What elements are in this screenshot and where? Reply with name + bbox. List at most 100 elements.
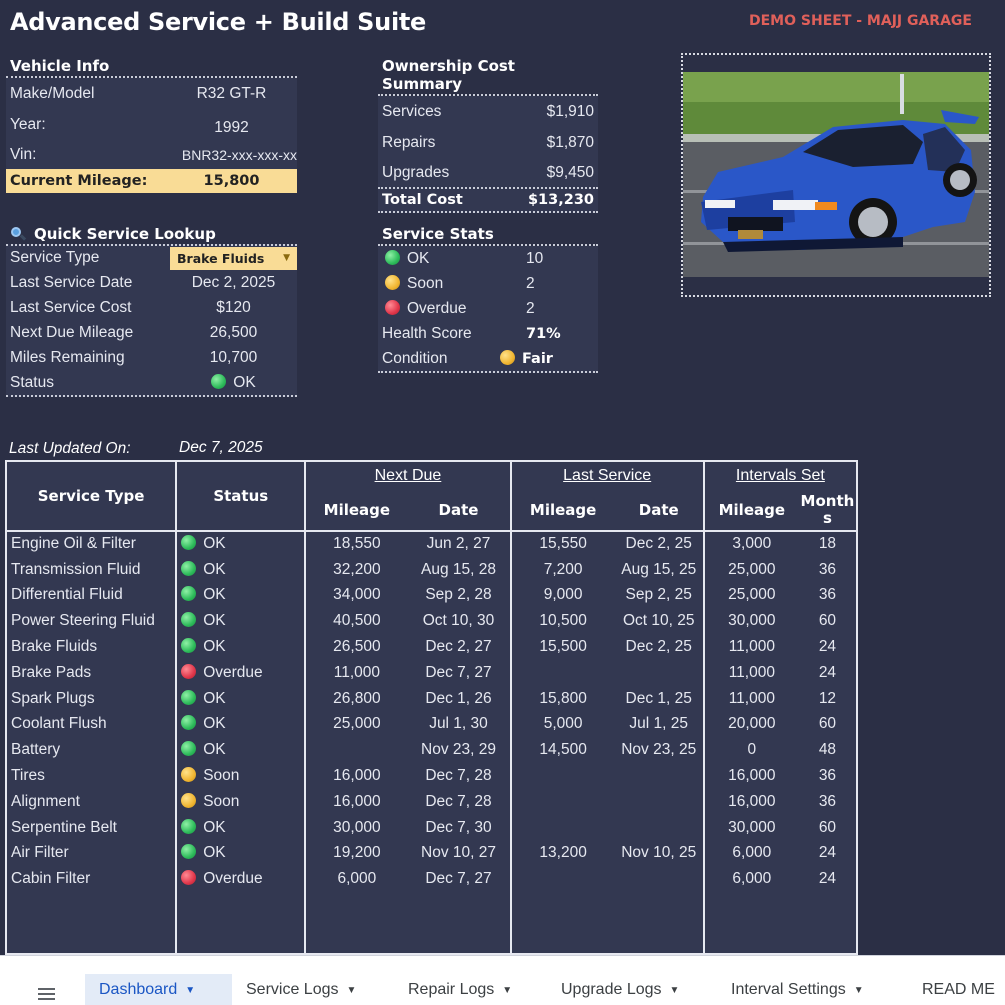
interval-mileage-cell[interactable]: 3,000: [702, 531, 799, 557]
next-due-date-cell[interactable]: Nov 10, 27: [407, 841, 510, 867]
next-due-date-cell[interactable]: Aug 15, 28: [407, 557, 510, 583]
interval-mileage-cell[interactable]: 25,000: [702, 582, 799, 609]
last-service-mileage-cell[interactable]: [509, 763, 615, 789]
empty-cell[interactable]: [304, 892, 408, 955]
last-service-date-cell[interactable]: Oct 10, 25: [615, 608, 704, 634]
next-due-mileage-cell[interactable]: 34,000: [304, 582, 408, 609]
col-header-last-date[interactable]: Date: [615, 489, 704, 531]
col-header-status[interactable]: Status: [175, 461, 306, 532]
service-type-cell[interactable]: Brake Pads: [6, 660, 176, 686]
interval-months-cell[interactable]: 36: [799, 583, 857, 609]
last-service-date-cell[interactable]: [615, 866, 704, 892]
next-due-date-cell[interactable]: Dec 2, 27: [407, 634, 510, 660]
service-type-cell[interactable]: Transmission Fluid: [6, 557, 176, 583]
next-due-mileage-cell[interactable]: 25,000: [304, 711, 408, 738]
tab-interval-settings[interactable]: Interval Settings ▼: [731, 974, 864, 1005]
last-service-mileage-cell[interactable]: 13,200: [509, 840, 615, 867]
col-header-interval-mileage[interactable]: Mileage: [702, 489, 799, 531]
last-service-mileage-cell[interactable]: 5,000: [509, 711, 615, 738]
service-type-cell[interactable]: Tires: [6, 763, 176, 789]
interval-mileage-cell[interactable]: 16,000: [702, 763, 799, 789]
next-due-mileage-cell[interactable]: 32,200: [304, 556, 408, 583]
col-header-service-type[interactable]: Service Type: [6, 461, 177, 532]
status-cell[interactable]: OK: [175, 582, 306, 609]
tab-service-logs[interactable]: Service Logs ▼: [246, 974, 356, 1005]
interval-months-cell[interactable]: 36: [799, 557, 857, 583]
next-due-date-cell[interactable]: Jul 1, 30: [407, 712, 510, 738]
last-service-date-cell[interactable]: [615, 763, 704, 789]
empty-cell[interactable]: [702, 892, 799, 955]
interval-mileage-cell[interactable]: 30,000: [702, 608, 799, 635]
interval-mileage-cell[interactable]: 0: [702, 737, 799, 764]
interval-months-cell[interactable]: 24: [799, 841, 857, 867]
group-header-intervals[interactable]: Intervals Set: [702, 461, 857, 489]
last-service-date-cell[interactable]: [615, 815, 704, 841]
last-service-date-cell[interactable]: Dec 2, 25: [615, 634, 704, 660]
service-type-cell[interactable]: Power Steering Fluid: [6, 608, 176, 634]
interval-months-cell[interactable]: 24: [799, 660, 857, 686]
next-due-mileage-cell[interactable]: 16,000: [304, 788, 408, 815]
status-cell[interactable]: OK: [175, 711, 306, 738]
status-cell[interactable]: OK: [175, 556, 306, 583]
last-service-mileage-cell[interactable]: [509, 814, 615, 841]
interval-mileage-cell[interactable]: 6,000: [702, 866, 799, 893]
next-due-date-cell[interactable]: Dec 7, 28: [407, 763, 510, 789]
last-service-mileage-cell[interactable]: 15,800: [509, 685, 615, 712]
last-service-mileage-cell[interactable]: 9,000: [509, 582, 615, 609]
interval-months-cell[interactable]: 36: [799, 763, 857, 789]
last-service-mileage-cell[interactable]: [509, 866, 615, 893]
interval-months-cell[interactable]: 60: [799, 608, 857, 634]
next-due-date-cell[interactable]: Oct 10, 30: [407, 608, 510, 634]
tab-dashboard[interactable]: Dashboard ▼: [85, 974, 232, 1005]
interval-months-cell[interactable]: 12: [799, 686, 857, 712]
empty-cell[interactable]: [6, 892, 176, 954]
last-service-mileage-cell[interactable]: 10,500: [509, 608, 615, 635]
last-service-date-cell[interactable]: Dec 1, 25: [615, 686, 704, 712]
service-type-cell[interactable]: Brake Fluids: [6, 634, 176, 660]
service-type-cell[interactable]: Engine Oil & Filter: [6, 531, 176, 557]
next-due-date-cell[interactable]: Dec 7, 28: [407, 789, 510, 815]
last-service-mileage-cell[interactable]: 14,500: [509, 737, 615, 764]
service-type-cell[interactable]: Alignment: [6, 789, 176, 815]
next-due-date-cell[interactable]: Dec 7, 27: [407, 660, 510, 686]
empty-cell[interactable]: [615, 892, 704, 954]
interval-months-cell[interactable]: 48: [799, 737, 857, 763]
last-service-date-cell[interactable]: Sep 2, 25: [615, 583, 704, 609]
last-service-date-cell[interactable]: [615, 789, 704, 815]
interval-months-cell[interactable]: 18: [799, 531, 857, 557]
status-cell[interactable]: OK: [175, 840, 306, 867]
status-cell[interactable]: Overdue: [175, 659, 306, 686]
group-header-last-service[interactable]: Last Service: [509, 461, 704, 489]
interval-months-cell[interactable]: 60: [799, 712, 857, 738]
interval-months-cell[interactable]: 36: [799, 789, 857, 815]
col-header-next-date[interactable]: Date: [407, 489, 510, 531]
empty-cell[interactable]: [407, 892, 510, 954]
status-cell[interactable]: OK: [175, 814, 306, 841]
interval-mileage-cell[interactable]: 11,000: [702, 659, 799, 686]
col-header-interval-months[interactable]: Months: [799, 489, 857, 531]
empty-cell[interactable]: [799, 892, 857, 954]
next-due-mileage-cell[interactable]: 16,000: [304, 763, 408, 789]
next-due-date-cell[interactable]: Sep 2, 28: [407, 583, 510, 609]
next-due-date-cell[interactable]: Nov 23, 29: [407, 737, 510, 763]
interval-months-cell[interactable]: 24: [799, 866, 857, 892]
next-due-mileage-cell[interactable]: 40,500: [304, 608, 408, 635]
interval-months-cell[interactable]: 60: [799, 815, 857, 841]
col-header-next-mileage[interactable]: Mileage: [304, 489, 408, 531]
interval-mileage-cell[interactable]: 11,000: [702, 685, 799, 712]
tab-upgrade-logs[interactable]: Upgrade Logs ▼: [561, 974, 679, 1005]
interval-months-cell[interactable]: 24: [799, 634, 857, 660]
last-service-date-cell[interactable]: Nov 23, 25: [615, 737, 704, 763]
status-cell[interactable]: OK: [175, 685, 306, 712]
last-service-date-cell[interactable]: Jul 1, 25: [615, 712, 704, 738]
next-due-date-cell[interactable]: Jun 2, 27: [407, 531, 510, 557]
status-cell[interactable]: Soon: [175, 763, 306, 789]
interval-mileage-cell[interactable]: 25,000: [702, 556, 799, 583]
last-service-date-cell[interactable]: Aug 15, 25: [615, 557, 704, 583]
group-header-next-due[interactable]: Next Due: [304, 461, 511, 489]
service-type-cell[interactable]: Battery: [6, 737, 176, 763]
status-cell[interactable]: OK: [175, 608, 306, 635]
service-type-cell[interactable]: Spark Plugs: [6, 686, 176, 712]
status-cell[interactable]: OK: [175, 737, 306, 764]
next-due-date-cell[interactable]: Dec 7, 27: [407, 866, 510, 892]
